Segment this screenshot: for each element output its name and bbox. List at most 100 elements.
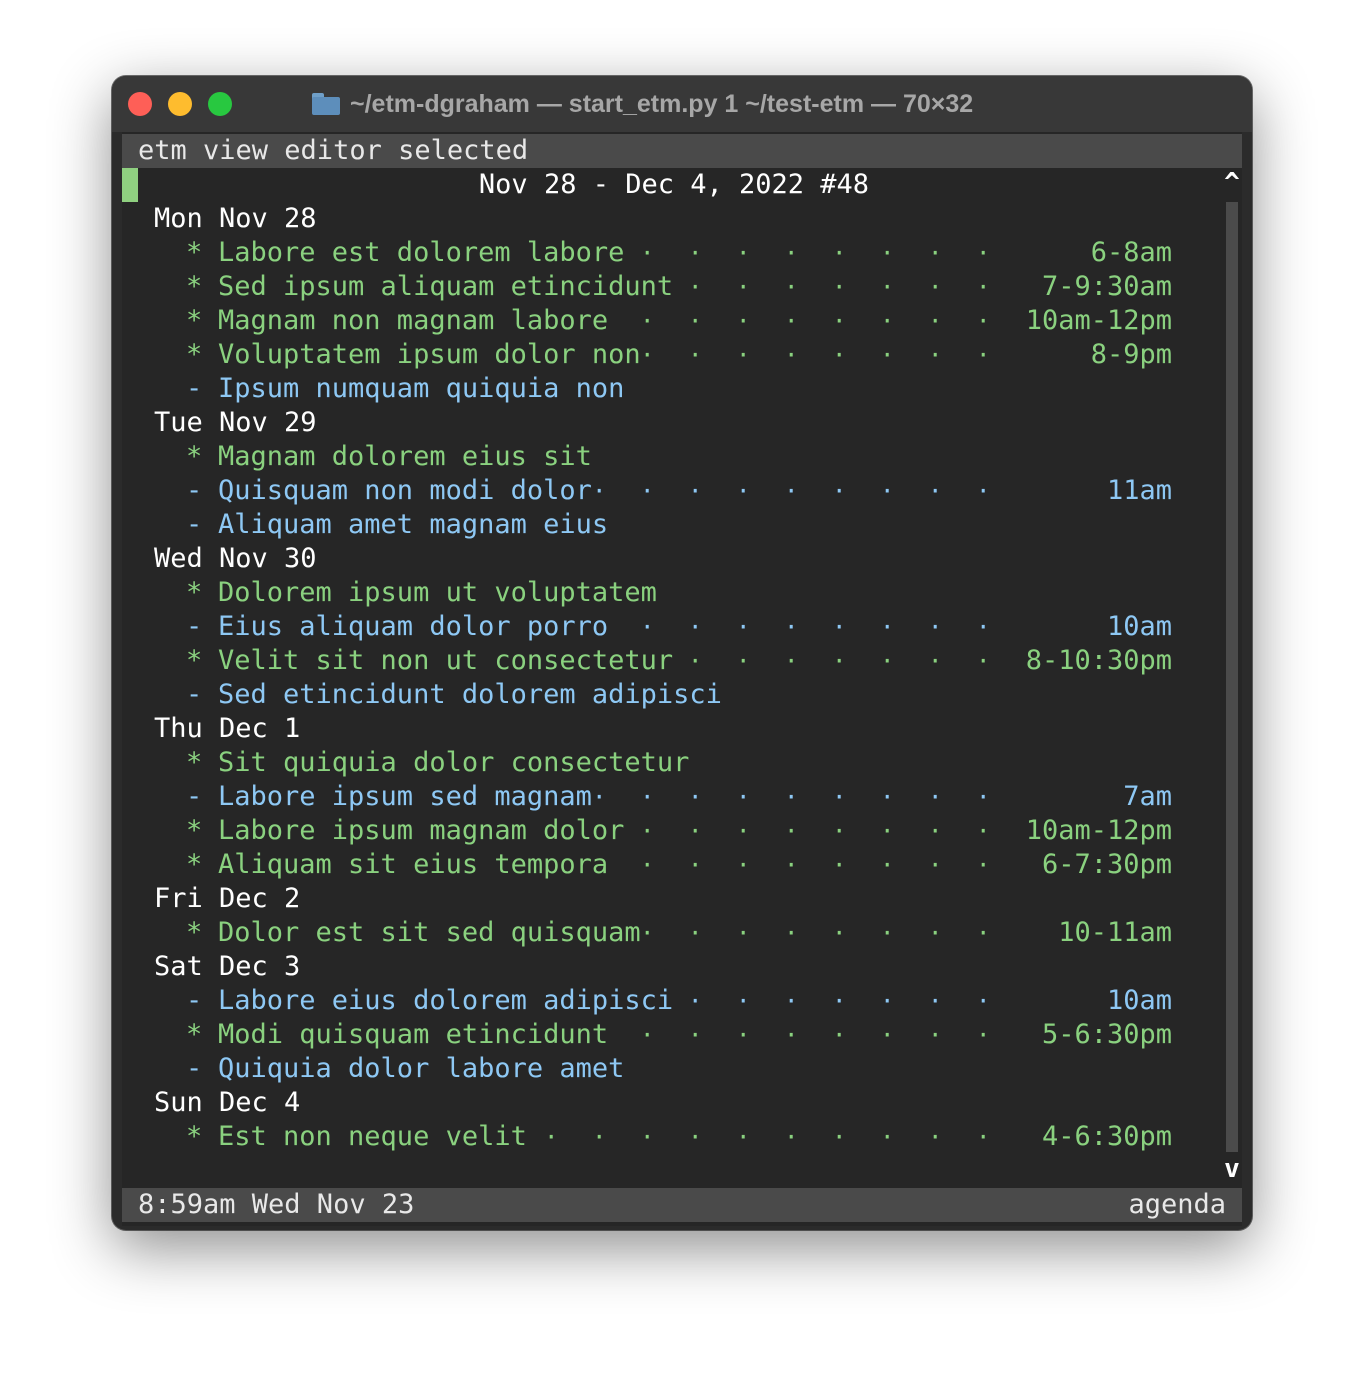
event-marker: * bbox=[186, 339, 203, 370]
task-row[interactable]: - Quiquia dolor labore amet bbox=[122, 1052, 1222, 1086]
event-row[interactable]: * Magnam non magnam labore · · · · · · · · 10am-12… bbox=[122, 304, 1222, 338]
event-row[interactable]: * Voluptatem ipsum dolor non · · · · · · · · 8-9pm bbox=[122, 338, 1222, 372]
item-time: 10-11am bbox=[1058, 917, 1172, 948]
task-marker: - bbox=[186, 679, 203, 710]
status-datetime: 8:59am Wed Nov 23 bbox=[138, 1189, 415, 1220]
day-header: Fri Dec 2 bbox=[154, 883, 301, 914]
task-marker: - bbox=[186, 1053, 203, 1084]
event-marker: * bbox=[186, 441, 203, 472]
item-label: Ipsum numquam quiquia non bbox=[218, 373, 625, 404]
event-marker: * bbox=[186, 917, 203, 948]
scroll-up-arrow-icon[interactable]: ^ bbox=[1223, 168, 1241, 198]
item-time: 8-10:30pm bbox=[1025, 645, 1172, 676]
task-marker: - bbox=[186, 509, 203, 540]
window-title: ~/etm-dgraham — start_etm.py 1 ~/test-et… bbox=[350, 89, 974, 118]
item-time: 6-8am bbox=[1090, 237, 1172, 268]
item-label: Labore est dolorem labore bbox=[218, 237, 625, 268]
task-row[interactable]: - Quisquam non modi dolor · · · · · · · · · 11am bbox=[122, 474, 1222, 508]
minimize-window-button[interactable] bbox=[168, 92, 192, 116]
task-row[interactable]: - Eius aliquam dolor porro · · · · · · · · 10am bbox=[122, 610, 1222, 644]
event-marker: * bbox=[186, 1121, 203, 1152]
task-row[interactable]: - Labore eius dolorem adipisci · · · · · · · 10am bbox=[122, 984, 1222, 1018]
item-label: Sed ipsum aliquam etincidunt bbox=[218, 271, 674, 302]
day-header: Tue Nov 29 bbox=[154, 407, 317, 438]
event-row[interactable]: * Est non neque velit · · · · · · · · · · 4-6:30pm bbox=[122, 1120, 1222, 1154]
day-header-row: Sat Dec 3 bbox=[122, 950, 1222, 984]
day-header-row: Sun Dec 4 bbox=[122, 1086, 1222, 1120]
item-time: 11am bbox=[1106, 475, 1172, 506]
event-marker: * bbox=[186, 747, 203, 778]
day-header-row: Wed Nov 30 bbox=[122, 542, 1222, 576]
item-label: Magnam dolorem eius sit bbox=[218, 441, 592, 472]
etm-statusbar: 8:59am Wed Nov 23 agenda bbox=[122, 1188, 1242, 1222]
scrollbar-track[interactable] bbox=[1226, 202, 1238, 1152]
event-row[interactable]: * Velit sit non ut consectetur · · · · · · · 8-10… bbox=[122, 644, 1222, 678]
etm-menubar[interactable]: etm view editor selected bbox=[122, 134, 1242, 168]
item-label: Sit quiquia dolor consectetur bbox=[218, 747, 690, 778]
item-time: 10am bbox=[1106, 985, 1172, 1016]
item-label: Voluptatem ipsum dolor non bbox=[218, 339, 641, 370]
day-header: Wed Nov 30 bbox=[154, 543, 317, 574]
event-row[interactable]: * Sit quiquia dolor consectetur bbox=[122, 746, 1222, 780]
item-label: Magnam non magnam labore bbox=[218, 305, 609, 336]
task-marker: - bbox=[186, 611, 203, 642]
event-marker: * bbox=[186, 237, 203, 268]
event-row[interactable]: * Sed ipsum aliquam etincidunt · · · · · · · 7-9:… bbox=[122, 270, 1222, 304]
event-marker: * bbox=[186, 645, 203, 676]
zoom-window-button[interactable] bbox=[208, 92, 232, 116]
task-marker: - bbox=[186, 781, 203, 812]
day-header-row: Tue Nov 29 bbox=[122, 406, 1222, 440]
close-window-button[interactable] bbox=[128, 92, 152, 116]
event-marker: * bbox=[186, 577, 203, 608]
window-titlebar: ~/etm-dgraham — start_etm.py 1 ~/test-et… bbox=[112, 76, 1252, 132]
item-label: Quiquia dolor labore amet bbox=[218, 1053, 625, 1084]
event-marker: * bbox=[186, 305, 203, 336]
event-row[interactable]: * Dolor est sit sed quisquam · · · · · · · · 10-11… bbox=[122, 916, 1222, 950]
day-header-row: Fri Dec 2 bbox=[122, 882, 1222, 916]
task-marker: - bbox=[186, 373, 203, 404]
item-label: Labore ipsum magnam dolor bbox=[218, 815, 625, 846]
item-label: Aliquam sit eius tempora bbox=[218, 849, 609, 880]
event-row[interactable]: * Modi quisquam etincidunt · · · · · · · · 5-6:30p… bbox=[122, 1018, 1222, 1052]
day-header: Mon Nov 28 bbox=[154, 203, 317, 234]
item-label: Labore eius dolorem adipisci bbox=[218, 985, 674, 1016]
task-marker: - bbox=[186, 985, 203, 1016]
event-marker: * bbox=[186, 1019, 203, 1050]
item-time: 5-6:30pm bbox=[1041, 1019, 1172, 1050]
scroll-down-arrow-icon[interactable]: v bbox=[1223, 1154, 1241, 1184]
item-time: 10am-12pm bbox=[1025, 305, 1172, 336]
item-label: Aliquam amet magnam eius bbox=[218, 509, 609, 540]
item-time: 10am bbox=[1106, 611, 1172, 642]
task-marker: - bbox=[186, 475, 203, 506]
terminal-window: ~/etm-dgraham — start_etm.py 1 ~/test-et… bbox=[112, 76, 1252, 1230]
item-label: Quisquam non modi dolor bbox=[218, 475, 592, 506]
event-row[interactable]: * Magnam dolorem eius sit bbox=[122, 440, 1222, 474]
item-label: Velit sit non ut consectetur bbox=[218, 645, 674, 676]
item-time: 8-9pm bbox=[1090, 339, 1172, 370]
event-marker: * bbox=[186, 815, 203, 846]
folder-icon bbox=[312, 93, 340, 115]
task-row[interactable]: - Labore ipsum sed magnam · · · · · · · · · 7am bbox=[122, 780, 1222, 814]
item-time: 4-6:30pm bbox=[1041, 1121, 1172, 1152]
item-time: 7-9:30am bbox=[1041, 271, 1172, 302]
day-header: Sat Dec 3 bbox=[154, 951, 301, 982]
day-header: Sun Dec 4 bbox=[154, 1087, 301, 1118]
day-header-row: Mon Nov 28 bbox=[122, 202, 1222, 236]
task-row[interactable]: - Aliquam amet magnam eius bbox=[122, 508, 1222, 542]
event-row[interactable]: * Labore est dolorem labore · · · · · · · · 6-8am bbox=[122, 236, 1222, 270]
item-label: Est non neque velit bbox=[218, 1121, 527, 1152]
window-title-area: ~/etm-dgraham — start_etm.py 1 ~/test-et… bbox=[312, 88, 1072, 120]
menubar-text: etm view editor selected bbox=[138, 135, 529, 166]
item-time: 10am-12pm bbox=[1025, 815, 1172, 846]
task-row[interactable]: - Ipsum numquam quiquia non bbox=[122, 372, 1222, 406]
event-row[interactable]: * Dolorem ipsum ut voluptatem bbox=[122, 576, 1222, 610]
item-label: Dolor est sit sed quisquam bbox=[218, 917, 641, 948]
task-row[interactable]: - Sed etincidunt dolorem adipisci bbox=[122, 678, 1222, 712]
event-marker: * bbox=[186, 271, 203, 302]
event-row[interactable]: * Aliquam sit eius tempora · · · · · · · · 6-7:30p… bbox=[122, 848, 1222, 882]
day-header-row: Thu Dec 1 bbox=[122, 712, 1222, 746]
item-time: 7am bbox=[1123, 781, 1172, 812]
event-row[interactable]: * Labore ipsum magnam dolor · · · · · · · · 10am-1… bbox=[122, 814, 1222, 848]
item-label: Sed etincidunt dolorem adipisci bbox=[218, 679, 722, 710]
terminal-content[interactable]: etm view editor selected Nov 28 - Dec 4,… bbox=[122, 132, 1242, 1226]
